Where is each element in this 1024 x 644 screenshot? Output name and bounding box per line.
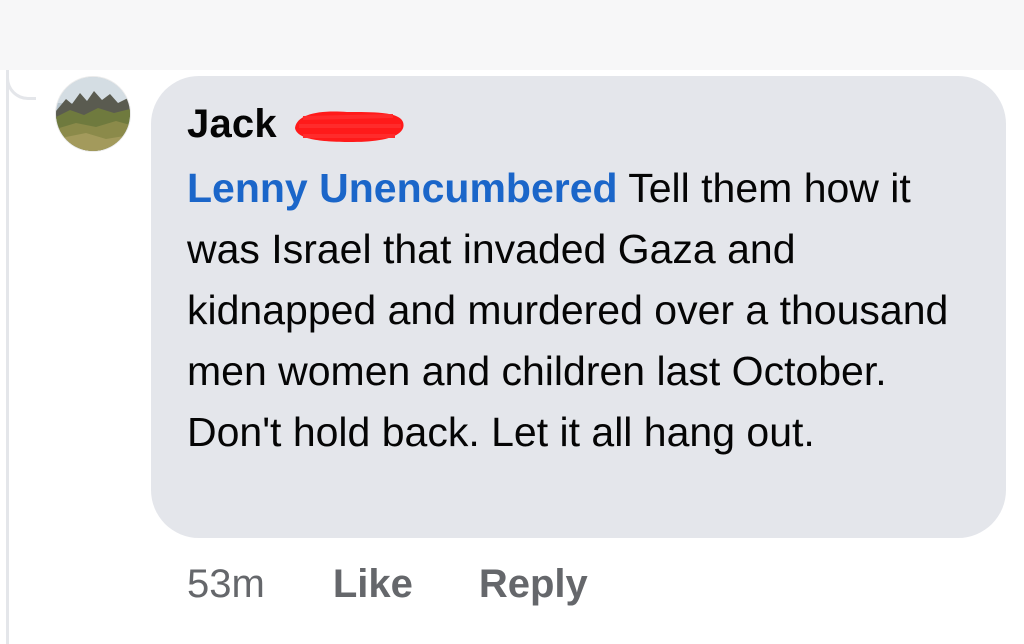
redaction-scribble-icon xyxy=(294,111,404,142)
mention-link[interactable]: Lenny Unencumbered xyxy=(187,165,618,211)
thread-connector xyxy=(6,70,36,100)
like-button[interactable]: Like xyxy=(333,562,413,607)
comment-actions: 53m Like Reply xyxy=(187,556,654,612)
author-row: Jack xyxy=(187,96,970,152)
reply-button[interactable]: Reply xyxy=(479,562,588,607)
top-band xyxy=(0,0,1024,70)
avatar[interactable] xyxy=(56,77,130,151)
mountain-landscape-icon xyxy=(56,77,130,151)
comment-screen: Jack Lenny Unencumbered Tell them how it… xyxy=(0,0,1024,644)
comment-bubble: Jack Lenny Unencumbered Tell them how it… xyxy=(151,76,1006,538)
author-name[interactable]: Jack xyxy=(187,102,277,147)
timestamp[interactable]: 53m xyxy=(187,562,265,607)
comment-text: Lenny Unencumbered Tell them how it was … xyxy=(187,158,977,463)
thread-line xyxy=(6,70,9,644)
